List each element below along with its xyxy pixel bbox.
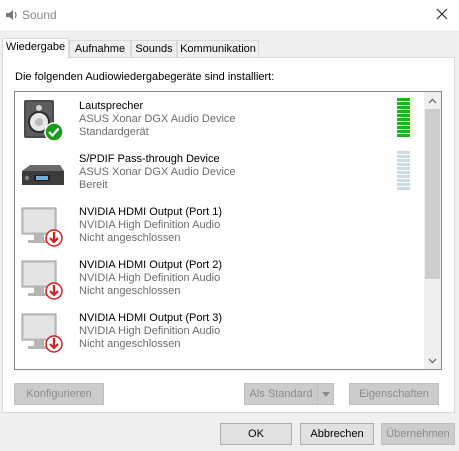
device-status: Nicht angeschlossen — [79, 338, 181, 350]
device-list[interactable]: Lautsprecher ASUS Xonar DGX Audio Device… — [14, 91, 442, 370]
properties-button[interactable]: Eigenschaften — [349, 383, 439, 405]
device-status: Standardgerät — [79, 126, 149, 138]
list-item[interactable]: Lautsprecher ASUS Xonar DGX Audio Device… — [15, 94, 425, 147]
monitor-icon — [20, 257, 66, 303]
speaker-icon — [20, 98, 66, 144]
cancel-button[interactable]: Abbrechen — [300, 423, 374, 445]
set-default-button[interactable]: Als Standard — [245, 384, 318, 404]
apply-button[interactable]: Übernehmen — [381, 423, 455, 445]
device-status: Nicht angeschlossen — [79, 285, 181, 297]
playback-panel: Die folgenden Audiowiedergabegeräte sind… — [2, 57, 455, 413]
configure-button[interactable]: Konfigurieren — [14, 383, 104, 405]
monitor-icon — [20, 204, 66, 250]
device-name: NVIDIA HDMI Output (Port 1) — [79, 206, 223, 218]
list-item[interactable]: NVIDIA HDMI Output (Port 2) NVIDIA High … — [15, 253, 425, 306]
tab-wiedergabe[interactable]: Wiedergabe — [2, 38, 69, 59]
device-driver: ASUS Xonar DGX Audio Device — [79, 113, 236, 125]
device-driver: ASUS Xonar DGX Audio Device — [79, 166, 236, 178]
device-name: S/PDIF Pass-through Device — [79, 153, 220, 165]
device-name: Lautsprecher — [79, 100, 144, 112]
device-driver: NVIDIA High Definition Audio — [79, 272, 221, 284]
window-title: Sound — [22, 8, 57, 22]
volume-meter — [397, 151, 412, 191]
title-bar: Sound — [0, 0, 459, 30]
volume-meter — [397, 98, 412, 138]
scroll-down-button[interactable] — [424, 352, 441, 369]
ok-button[interactable]: OK — [220, 423, 292, 445]
device-status: Nicht angeschlossen — [79, 232, 181, 244]
list-item[interactable]: NVIDIA HDMI Output (Port 1) NVIDIA High … — [15, 200, 425, 253]
tab-kommunikation[interactable]: Kommunikation — [177, 40, 259, 58]
scroll-up-button[interactable] — [424, 92, 441, 109]
list-item[interactable]: NVIDIA HDMI Output (Port 3) NVIDIA High … — [15, 306, 425, 359]
vertical-scrollbar[interactable] — [424, 92, 441, 369]
chevron-up-icon — [428, 95, 437, 107]
set-default-dropdown[interactable] — [318, 384, 333, 404]
device-status: Bereit — [79, 179, 108, 191]
device-driver: NVIDIA High Definition Audio — [79, 325, 221, 337]
panel-heading: Die folgenden Audiowiedergabegeräte sind… — [15, 71, 275, 83]
device-name: NVIDIA HDMI Output (Port 3) — [79, 312, 223, 324]
monitor-icon — [20, 310, 66, 356]
chevron-down-icon — [428, 355, 437, 367]
close-button[interactable] — [425, 0, 459, 30]
tab-sounds[interactable]: Sounds — [131, 40, 177, 58]
device-driver: NVIDIA High Definition Audio — [79, 219, 221, 231]
tab-aufnahme[interactable]: Aufnahme — [69, 40, 131, 58]
list-item[interactable]: S/PDIF Pass-through Device ASUS Xonar DG… — [15, 147, 425, 200]
spdif-device-icon — [20, 151, 66, 197]
device-name: NVIDIA HDMI Output (Port 2) — [79, 259, 223, 271]
chevron-down-icon — [321, 388, 330, 400]
speaker-icon — [4, 7, 20, 23]
close-icon — [436, 8, 448, 23]
scrollbar-thumb[interactable] — [425, 109, 440, 279]
set-default-split-button[interactable]: Als Standard — [244, 383, 334, 405]
